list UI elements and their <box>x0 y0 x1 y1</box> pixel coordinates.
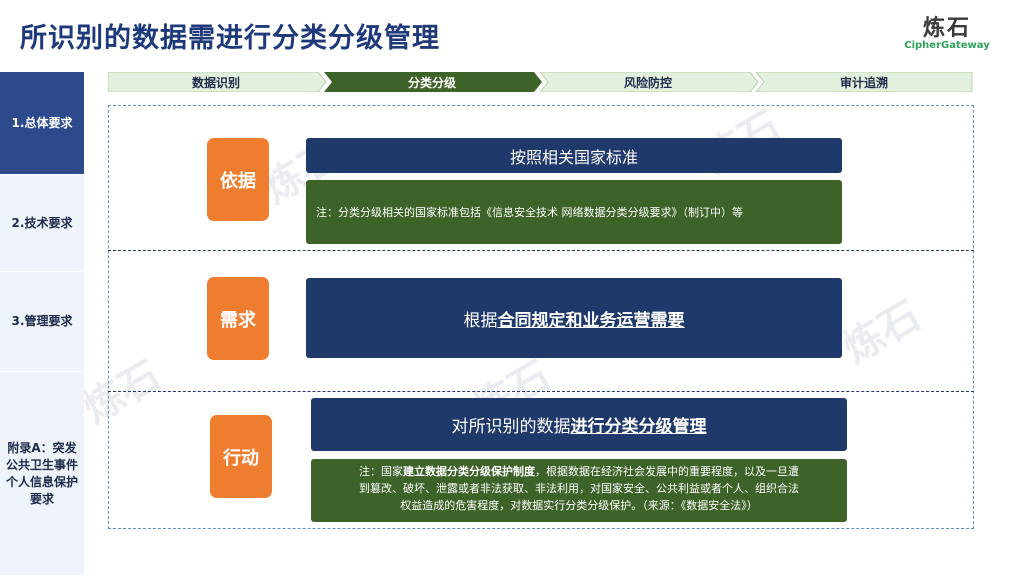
action-note-rest: ，根据数据在经济社会发展中的重要程度，以及一旦遭 <box>535 465 799 478</box>
basis-note: 注：分类分级相关的国家标准包括《信息安全技术 网络数据分类分级要求》（制订中）等 <box>306 180 842 244</box>
basis-tag: 依据 <box>207 138 269 221</box>
sidebar-item-label: 附录A：突发公共卫生事件个人信息保护要求 <box>6 440 79 506</box>
step-risk-control[interactable]: 风险防控 <box>540 72 756 92</box>
action-heading-emph: 进行分类分级管理 <box>570 417 707 437</box>
logo-en: CipherGateway <box>904 40 990 51</box>
sidebar-item-appendix-a[interactable]: 附录A：突发公共卫生事件个人信息保护要求 <box>0 372 84 576</box>
brand-logo: 炼石 CipherGateway <box>892 10 1002 51</box>
page-title: 所识别的数据需进行分类分级管理 <box>20 23 440 54</box>
section-divider <box>108 250 974 251</box>
action-note-line-3: 权益造成的危害程度，对数据实行分类分级保护。（来源：《数据安全法》） <box>400 499 758 512</box>
action-note-prefix: 注：国家 <box>359 465 403 478</box>
sidebar-item-management[interactable]: 3.管理要求 <box>0 272 84 372</box>
basis-heading: 按照相关国家标准 <box>306 138 842 173</box>
demand-heading-emph: 合同规定和业务运营需要 <box>497 310 685 331</box>
logo-cn: 炼石 <box>922 16 971 41</box>
sidebar-item-label: 1.总体要求 <box>11 115 73 130</box>
sidebar-item-overall[interactable]: 1.总体要求 <box>0 72 84 175</box>
action-heading: 对所识别的数据 进行分类分级管理 <box>311 398 847 451</box>
action-note-line-1: 注：国家建立数据分类分级保护制度，根据数据在经济社会发展中的重要程度，以及一旦遭 <box>321 463 837 480</box>
sidebar-item-technical[interactable]: 2.技术要求 <box>0 175 84 272</box>
step-data-identification[interactable]: 数据识别 <box>108 72 324 92</box>
demand-tag: 需求 <box>207 277 269 360</box>
sidebar-item-label: 2.技术要求 <box>11 215 73 230</box>
sidebar: 1.总体要求 2.技术要求 3.管理要求 附录A：突发公共卫生事件个人信息保护要… <box>0 72 84 576</box>
section-divider <box>108 391 974 392</box>
action-tag: 行动 <box>210 415 272 498</box>
demand-heading: 根据 合同规定和业务运营需要 <box>306 278 842 358</box>
sidebar-item-label: 3.管理要求 <box>11 314 73 328</box>
action-note: 注：国家建立数据分类分级保护制度，根据数据在经济社会发展中的重要程度，以及一旦遭… <box>311 459 847 522</box>
process-steps: 数据识别 分类分级 风险防控 审计追溯 <box>108 72 973 92</box>
action-note-line-2: 到篡改、破坏、泄露或者非法获取、非法利用，对国家安全、公共利益或者个人、组织合法 <box>359 482 799 495</box>
action-heading-prefix: 对所识别的数据 <box>451 417 571 437</box>
action-note-emph: 建立数据分类分级保护制度 <box>403 465 535 478</box>
step-classification[interactable]: 分类分级 <box>324 72 540 92</box>
basis-note-text: 注：分类分级相关的国家标准包括《信息安全技术 网络数据分类分级要求》（制订中）等 <box>316 205 743 219</box>
step-audit-trace[interactable]: 审计追溯 <box>756 72 972 92</box>
demand-heading-prefix: 根据 <box>463 310 498 331</box>
basis-heading-text: 按照相关国家标准 <box>509 147 638 167</box>
